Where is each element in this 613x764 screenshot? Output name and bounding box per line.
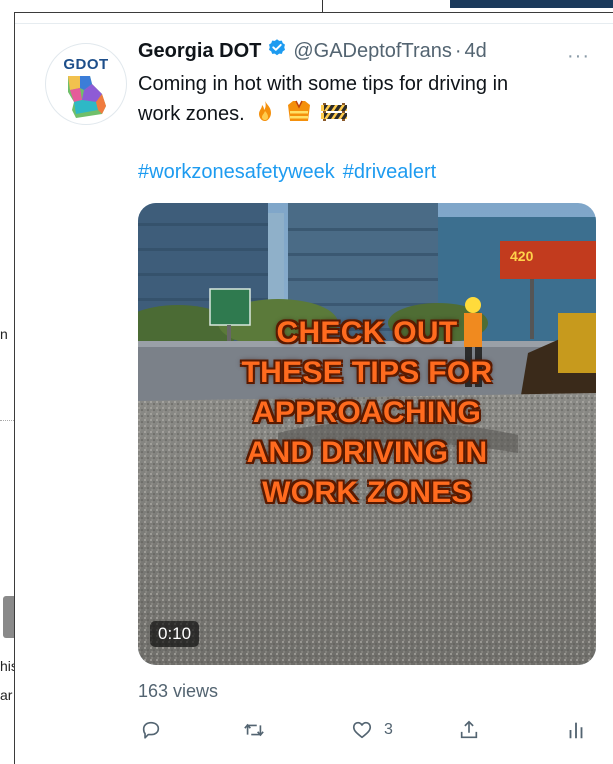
analytics-icon xyxy=(569,722,583,739)
retweet-icon xyxy=(244,723,264,737)
overlay-line: WORK ZONES xyxy=(262,476,472,509)
like-button[interactable]: 3 xyxy=(350,715,393,745)
video-duration-badge: 0:10 xyxy=(150,621,200,647)
video-caption-overlay: CHECK OUT THESE TIPS FOR APPROACHING AND… xyxy=(138,313,596,513)
background-header-bar xyxy=(450,0,613,8)
tweet-text: Coming in hot with some tips for driving… xyxy=(138,70,608,132)
background-text-fragment: ar xyxy=(0,687,13,703)
hashtags: #workzonesafetyweek #drivealert xyxy=(138,161,436,184)
background-text-fragment: n xyxy=(0,326,8,342)
safety-vest-icon xyxy=(286,99,312,132)
tweet-timestamp[interactable]: 4d xyxy=(465,40,487,63)
video-player[interactable]: 420 CHECK OUT THESE TIPS FOR APPROACHING… xyxy=(138,203,596,665)
tweet-text-line: Coming in hot with some tips for driving… xyxy=(138,73,509,95)
tweet-actions: 3 xyxy=(138,715,596,745)
verified-badge-icon xyxy=(267,38,287,64)
card-divider xyxy=(15,23,613,24)
hashtag-link[interactable]: #drivealert xyxy=(343,161,436,183)
overlay-line: CHECK OUT xyxy=(276,316,458,349)
reply-icon xyxy=(142,721,160,739)
retweet-button[interactable] xyxy=(242,715,266,745)
overlay-line: THESE TIPS FOR xyxy=(241,356,493,389)
display-name[interactable]: Georgia DOT xyxy=(138,40,261,63)
user-handle[interactable]: @GADeptofTrans xyxy=(293,40,452,63)
avatar-logo-text: GDOT xyxy=(63,56,109,73)
tweet-text-line: work zones. xyxy=(138,103,245,125)
share-button[interactable] xyxy=(458,715,480,745)
view-count[interactable]: 163 views xyxy=(138,681,218,702)
hashtag-link[interactable]: #workzonesafetyweek xyxy=(138,161,335,183)
background-divider xyxy=(0,420,14,421)
overlay-line: AND DRIVING IN xyxy=(246,436,488,469)
tweet-card[interactable]: GDOT Georgia DOT @GADeptofTrans · 4d ···… xyxy=(14,12,613,764)
heart-icon xyxy=(352,721,372,739)
avatar[interactable]: GDOT xyxy=(45,43,127,125)
analytics-button[interactable] xyxy=(566,715,586,745)
tweet-text-line-2: work zones. xyxy=(138,99,608,132)
billboard-text: 420 xyxy=(510,248,534,264)
reply-button[interactable] xyxy=(140,715,162,745)
overlay-line: APPROACHING xyxy=(252,396,482,429)
fire-icon xyxy=(253,99,277,132)
construction-barrier-icon xyxy=(320,99,348,132)
more-options-icon[interactable]: ··· xyxy=(567,45,590,68)
share-icon xyxy=(460,720,478,739)
georgia-map-icon xyxy=(68,76,106,118)
like-count: 3 xyxy=(384,721,393,738)
separator-dot: · xyxy=(454,39,462,62)
tweet-header: Georgia DOT @GADeptofTrans · 4d xyxy=(138,37,487,65)
